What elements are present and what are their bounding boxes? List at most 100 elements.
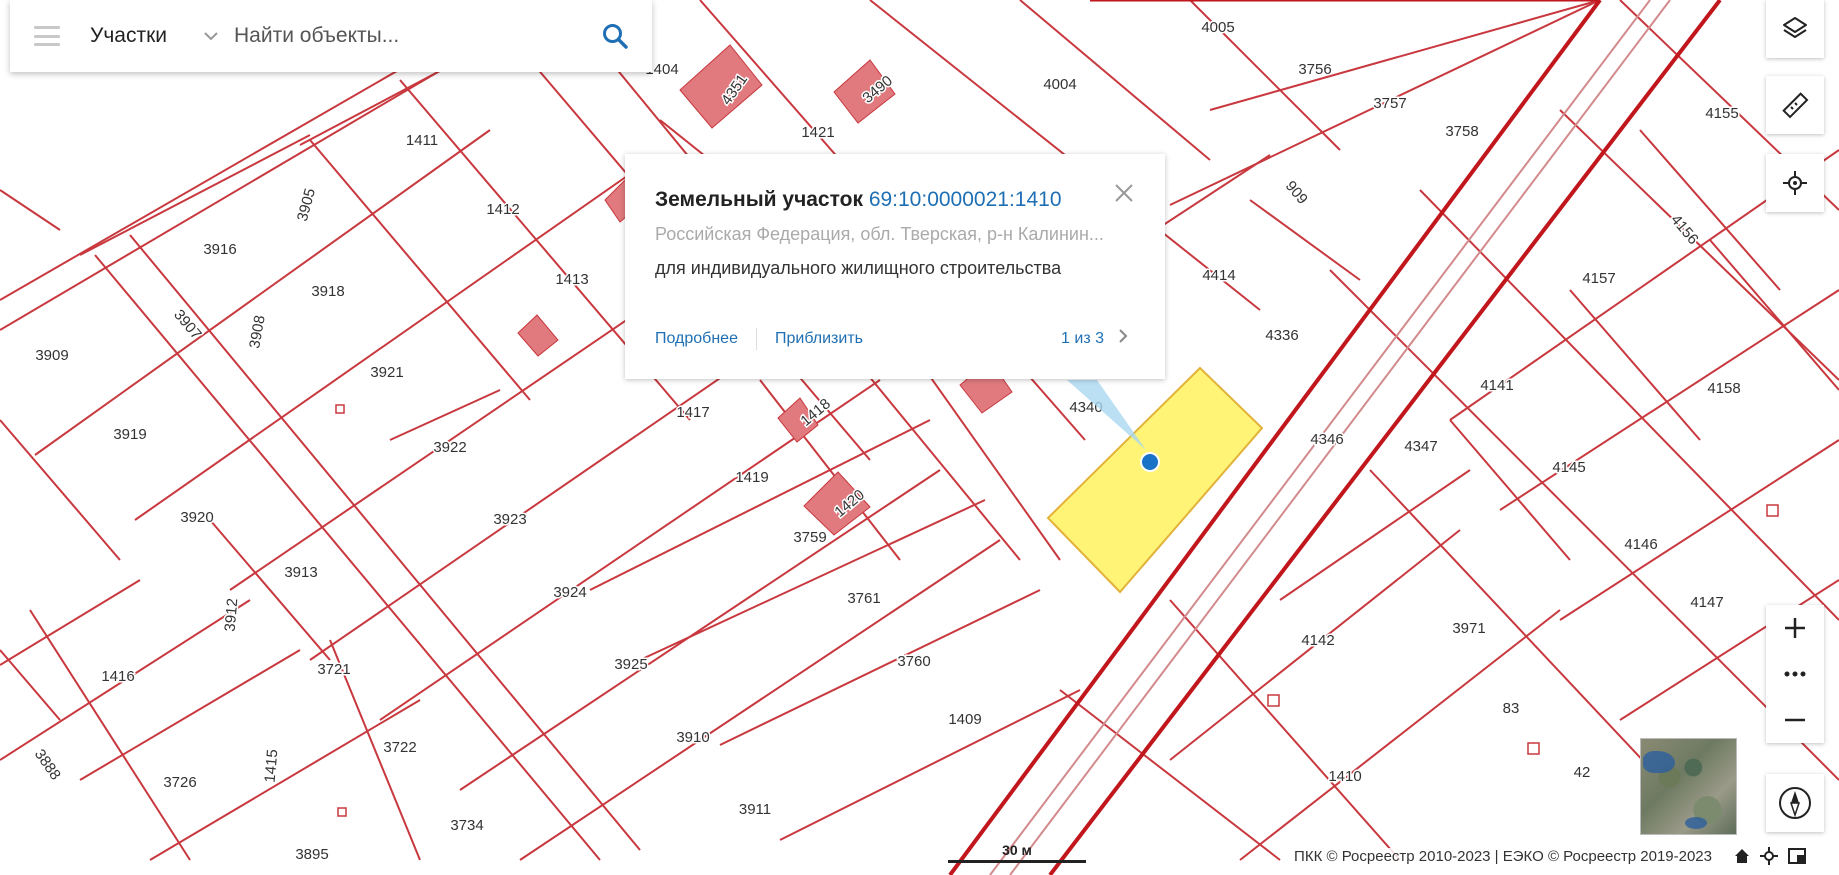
zoom-out-button[interactable] [1766,697,1824,743]
parcel-label: 1409 [948,711,981,728]
parcel-label: 4157 [1582,270,1615,287]
map-canvas[interactable]: 4005 3756 3757 3758 4004 1404 4351 3490 … [0,0,1839,875]
parcel-label: 3757 [1373,95,1406,112]
parcel-label: 4145 [1552,459,1585,476]
cadastral-number-link[interactable]: 69:10:0000021:1410 [869,188,1062,211]
parcel-label: 1413 [555,271,588,288]
crosshair-icon [1783,171,1807,195]
parcel-label: 4005 [1201,19,1234,36]
parcel-label: 4158 [1707,380,1740,397]
parcel-label: 3924 [553,584,586,601]
menu-icon[interactable] [34,26,60,46]
layers-icon [1783,17,1807,38]
minus-icon [1785,718,1805,722]
parcel-label: 4347 [1404,438,1437,455]
parcel-label: 3756 [1298,61,1331,78]
parcel-label: 4147 [1690,594,1723,611]
result-pager: 1 из 3 [1061,328,1128,349]
fullscreen-icon[interactable] [1788,848,1806,864]
parcel-label: 3971 [1452,620,1485,637]
parcel-label: 3761 [847,590,880,607]
more-icon [1784,671,1806,677]
parcel-label: 4346 [1310,431,1343,448]
result-counter: 1 из 3 [1061,329,1104,347]
home-icon[interactable] [1734,848,1750,864]
popup-title: Земельный участок 69:10:0000021:1410 [655,188,1062,212]
search-icon[interactable] [602,23,628,49]
more-button[interactable] [1766,651,1824,697]
parcel-label: 3916 [203,241,236,258]
zoom-in-button[interactable] [1766,605,1824,651]
parcel-label: 3922 [433,439,466,456]
parcel-label: 3721 [317,661,350,678]
object-type: Земельный участок [655,188,863,211]
parcel-label: 3920 [180,509,213,526]
parcel-label: 3734 [450,817,483,834]
parcel-label: 3923 [493,511,526,528]
parcel-label: 83 [1503,700,1520,717]
zoom-to-link[interactable]: Приблизить [775,330,863,348]
parcel-label: 4141 [1480,377,1513,394]
parcel-address: Российская Федерация, обл. Тверская, р-н… [655,224,1104,244]
parcel-label: 1411 [406,132,438,149]
scale-label: 30 м [1002,842,1032,858]
parcel-label: 1416 [101,668,134,685]
zoom-controls [1766,605,1824,743]
parcel-label: 1410 [1328,768,1361,785]
parcel-info-popup: Земельный участок 69:10:0000021:1410 Рос… [625,154,1165,379]
compass-button[interactable] [1766,774,1824,832]
parcel-label: 3895 [295,846,328,863]
parcel-label: 1417 [676,404,709,421]
layers-button[interactable] [1766,0,1824,58]
ruler-icon [1782,92,1809,119]
close-icon[interactable] [1113,182,1135,209]
cadastral-map[interactable]: 4005 3756 3757 3758 4004 1404 4351 3490 … [0,0,1839,875]
parcel-label: 909 [1282,178,1311,208]
location-marker-icon [1140,452,1160,472]
search-bar: Участки [10,0,652,72]
parcel-label: 3919 [113,426,146,443]
parcel-label: 4142 [1301,632,1334,649]
minimap-water [1685,817,1707,829]
chevron-right-icon[interactable] [1118,328,1128,349]
measure-button[interactable] [1766,76,1824,134]
parcel-label: 4155 [1705,105,1738,122]
parcel-label: 3726 [163,774,196,791]
parcel-label: 42 [1574,764,1591,781]
parcel-label: 4336 [1265,327,1298,344]
parcel-label: 3758 [1445,123,1478,140]
parcel-label: 3760 [897,653,930,670]
parcel-label: 3910 [676,729,709,746]
parcel-label: 1419 [735,469,768,486]
parcel-label: 3925 [614,656,647,673]
parcel-label: 3905 [294,187,319,224]
attribution: ПКК © Росреестр 2010-2023 | ЕЭКО © Росре… [1292,848,1714,865]
parcel-label: 3918 [311,283,344,300]
bottom-toolbar [1734,847,1806,865]
parcel-label: 3722 [383,739,416,756]
chevron-down-icon[interactable] [200,31,222,41]
target-icon[interactable] [1760,847,1778,865]
divider [755,328,757,350]
minimap-water [1643,751,1675,773]
scale-bar: 30 м [948,842,1086,863]
parcel-label: 3913 [284,564,317,581]
parcel-label: 3911 [739,801,771,818]
parcel-label: 3909 [35,347,68,364]
popup-actions: Подробнее Приблизить [655,328,863,350]
parcel-label: 1412 [486,201,519,218]
parcel-label: 3912 [222,598,242,633]
parcel-purpose: для индивидуального жилищного строительс… [655,258,1062,278]
parcel-label: 4004 [1043,76,1076,93]
parcel-label: 3921 [370,364,403,381]
parcel-label: 1421 [801,124,834,141]
search-input[interactable] [232,23,566,49]
parcel-label: 3759 [793,529,826,546]
details-link[interactable]: Подробнее [655,330,738,348]
layer-select[interactable]: Участки [90,24,200,48]
locate-button[interactable] [1766,154,1824,212]
parcel-label: 4414 [1202,267,1235,284]
basemap-thumbnail[interactable] [1640,738,1737,835]
compass-icon [1779,787,1811,819]
parcel-label: 3908 [246,314,269,350]
